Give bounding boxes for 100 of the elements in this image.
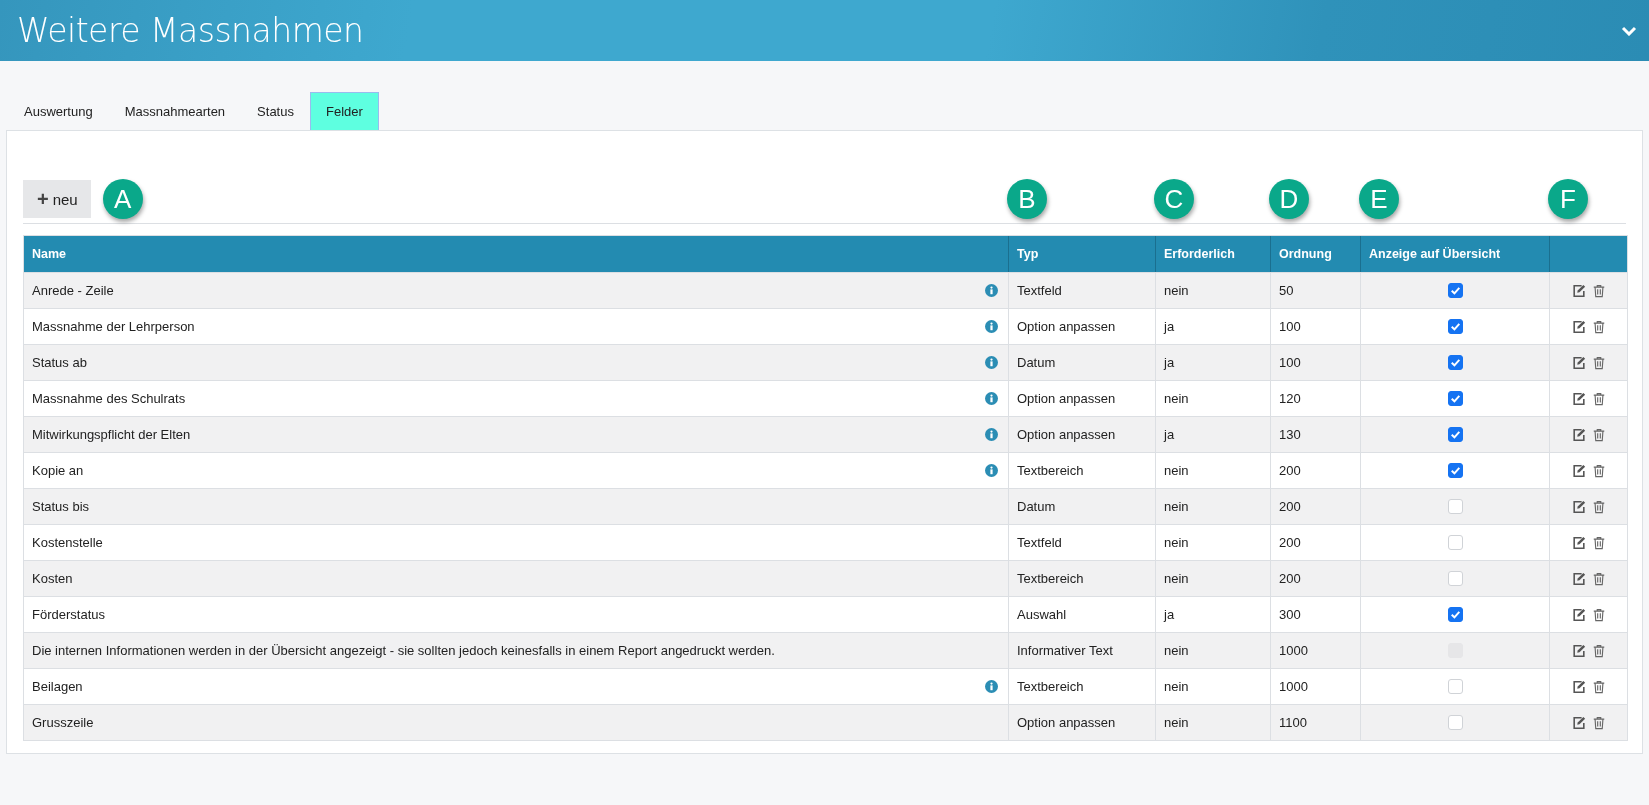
table-cell: Die internen Informationen werden in der Übersicht angezeigt - sie sollten jedoch keinesfalls in einem Report angedruckt werden. (32, 643, 775, 658)
trash-icon[interactable] (1591, 571, 1606, 586)
edit-icon[interactable] (1571, 607, 1586, 622)
trash-icon[interactable] (1591, 715, 1606, 730)
table-cell: Textbereich (1017, 571, 1084, 586)
info-icon[interactable] (985, 284, 998, 297)
tab[interactable]: Status (241, 92, 310, 130)
checkbox[interactable] (1447, 391, 1463, 406)
marker-badge: F (1548, 179, 1588, 219)
info-icon[interactable] (985, 356, 998, 369)
table-cell: 50 (1279, 283, 1294, 298)
trash-icon[interactable] (1591, 319, 1606, 334)
trash-icon[interactable] (1591, 355, 1606, 370)
edit-icon[interactable] (1571, 679, 1586, 694)
trash-icon[interactable] (1591, 607, 1606, 622)
table-cell: Datum (1017, 355, 1056, 370)
table-cell: Textfeld (1017, 283, 1062, 298)
table-cell: 130 (1279, 427, 1301, 442)
table-cell: Datum (1017, 499, 1056, 514)
marker-badge: E (1359, 179, 1399, 219)
info-icon[interactable] (985, 428, 998, 441)
checkmark-icon (1448, 392, 1462, 405)
checkmark-icon (1448, 464, 1462, 477)
edit-icon[interactable] (1571, 283, 1586, 298)
trash-icon[interactable] (1591, 463, 1606, 478)
checkbox[interactable] (1447, 607, 1463, 622)
table-cell: Kosten (32, 571, 73, 586)
tab[interactable]: Auswertung (8, 92, 109, 130)
table-cell: 1000 (1279, 679, 1308, 694)
checkbox[interactable] (1447, 463, 1463, 478)
edit-icon[interactable] (1571, 535, 1586, 550)
table-cell: 200 (1279, 535, 1301, 550)
column-header: Name (31, 246, 68, 263)
table-cell: 300 (1279, 607, 1301, 622)
edit-icon[interactable] (1571, 391, 1586, 406)
new-button[interactable]: + neu (23, 180, 91, 218)
trash-icon[interactable] (1591, 283, 1606, 298)
table-cell: Grusszeile (32, 715, 94, 730)
table-cell: nein (1164, 499, 1189, 514)
info-icon[interactable] (985, 320, 998, 333)
table-cell: 100 (1279, 355, 1301, 370)
checkmark-icon (1448, 320, 1462, 333)
checkbox[interactable] (1447, 355, 1463, 370)
info-icon[interactable] (985, 392, 998, 405)
table-cell: Textbereich (1017, 463, 1084, 478)
checkbox[interactable] (1447, 427, 1463, 442)
table-cell: 1100 (1279, 715, 1307, 730)
checkbox[interactable] (1447, 283, 1463, 298)
edit-icon[interactable] (1571, 571, 1586, 586)
checkmark-icon (1448, 284, 1462, 297)
edit-icon[interactable] (1571, 319, 1586, 334)
marker-badge: B (1007, 179, 1047, 219)
table-cell: Textbereich (1017, 679, 1084, 694)
table-cell: nein (1164, 463, 1189, 478)
checkbox[interactable] (1447, 319, 1463, 334)
edit-icon[interactable] (1571, 643, 1586, 658)
page-title: Weitere Massnahmen (17, 11, 364, 50)
table-cell: nein (1164, 283, 1189, 298)
table-cell: 120 (1279, 391, 1301, 406)
info-icon[interactable] (985, 680, 998, 693)
table-cell: Status bis (32, 499, 90, 514)
table-cell: Beilagen (32, 679, 83, 694)
tab[interactable]: Massnahmearten (108, 92, 242, 130)
table-cell: Anrede - Zeile (32, 283, 114, 298)
tab[interactable]: Felder (309, 92, 379, 130)
table-cell: 200 (1279, 571, 1301, 586)
table-cell: Massnahme des Schulrats (32, 391, 186, 406)
edit-icon[interactable] (1571, 355, 1586, 370)
info-icon[interactable] (985, 464, 998, 477)
table-cell: 100 (1279, 319, 1301, 334)
trash-icon[interactable] (1591, 427, 1606, 442)
trash-icon[interactable] (1591, 499, 1606, 514)
table-cell: nein (1164, 391, 1189, 406)
table-cell: 1000 (1279, 643, 1308, 658)
checkmark-icon (1448, 608, 1462, 621)
edit-icon[interactable] (1571, 715, 1586, 730)
table-cell: Informativer Text (1017, 643, 1113, 658)
table-cell: ja (1164, 607, 1175, 622)
table-cell: ja (1164, 319, 1175, 334)
table-cell: Förderstatus (32, 607, 105, 622)
edit-icon[interactable] (1571, 427, 1586, 442)
table-cell: nein (1164, 535, 1189, 550)
trash-icon[interactable] (1591, 391, 1606, 406)
chevron-down-icon[interactable] (1621, 25, 1637, 36)
marker-badge: C (1154, 179, 1194, 219)
table-cell: nein (1164, 571, 1189, 586)
table-cell: Option anpassen (1017, 715, 1116, 730)
trash-icon[interactable] (1591, 679, 1606, 694)
marker-badge: A (102, 179, 143, 219)
table-cell: ja (1164, 355, 1175, 370)
checkmark-icon (1448, 356, 1462, 369)
edit-icon[interactable] (1571, 463, 1586, 478)
table-cell: Kopie an (32, 463, 84, 478)
trash-icon[interactable] (1591, 643, 1606, 658)
table-cell: Status ab (32, 355, 87, 370)
edit-icon[interactable] (1571, 499, 1586, 514)
trash-icon[interactable] (1591, 535, 1606, 550)
table-cell: Option anpassen (1017, 427, 1116, 442)
marker-badge: D (1269, 179, 1309, 219)
table-cell: Option anpassen (1017, 391, 1116, 406)
